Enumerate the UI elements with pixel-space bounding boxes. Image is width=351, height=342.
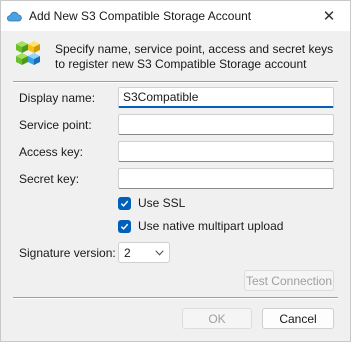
service-point-field[interactable] bbox=[118, 114, 334, 135]
service-point-label: Service point: bbox=[19, 118, 92, 132]
signature-version-select[interactable]: 2 bbox=[118, 242, 170, 263]
cancel-button[interactable]: Cancel bbox=[262, 308, 334, 329]
header-description: Specify name, service point, access and … bbox=[55, 42, 334, 71]
use-ssl-checkbox[interactable]: Use SSL bbox=[118, 196, 185, 210]
footer-divider bbox=[13, 297, 338, 299]
test-connection-button[interactable]: Test Connection bbox=[244, 270, 334, 291]
close-icon: ✕ bbox=[322, 8, 336, 25]
storage-cubes-icon bbox=[16, 41, 40, 65]
header-divider bbox=[13, 81, 338, 83]
secret-key-label: Secret key: bbox=[19, 172, 80, 186]
cloud-icon bbox=[7, 11, 22, 22]
dialog-window: Add New S3 Compatible Storage Account ✕ … bbox=[0, 0, 351, 342]
checkmark-icon bbox=[118, 196, 131, 210]
title-bar[interactable]: Add New S3 Compatible Storage Account ✕ bbox=[1, 1, 350, 31]
display-name-field[interactable] bbox=[118, 87, 334, 108]
use-ssl-label: Use SSL bbox=[138, 196, 186, 210]
chevron-down-icon bbox=[155, 250, 164, 256]
multipart-upload-label: Use native multipart upload bbox=[138, 219, 284, 233]
close-button[interactable]: ✕ bbox=[314, 4, 344, 28]
checkmark-icon bbox=[118, 219, 131, 233]
display-name-label: Display name: bbox=[19, 91, 96, 105]
multipart-upload-checkbox[interactable]: Use native multipart upload bbox=[118, 219, 283, 233]
access-key-label: Access key: bbox=[19, 145, 84, 159]
window-title: Add New S3 Compatible Storage Account bbox=[29, 9, 252, 23]
signature-version-value: 2 bbox=[124, 245, 131, 260]
access-key-field[interactable] bbox=[118, 141, 334, 162]
secret-key-field[interactable] bbox=[118, 168, 334, 189]
signature-version-label: Signature version: bbox=[19, 246, 116, 260]
ok-button[interactable]: OK bbox=[182, 308, 252, 329]
